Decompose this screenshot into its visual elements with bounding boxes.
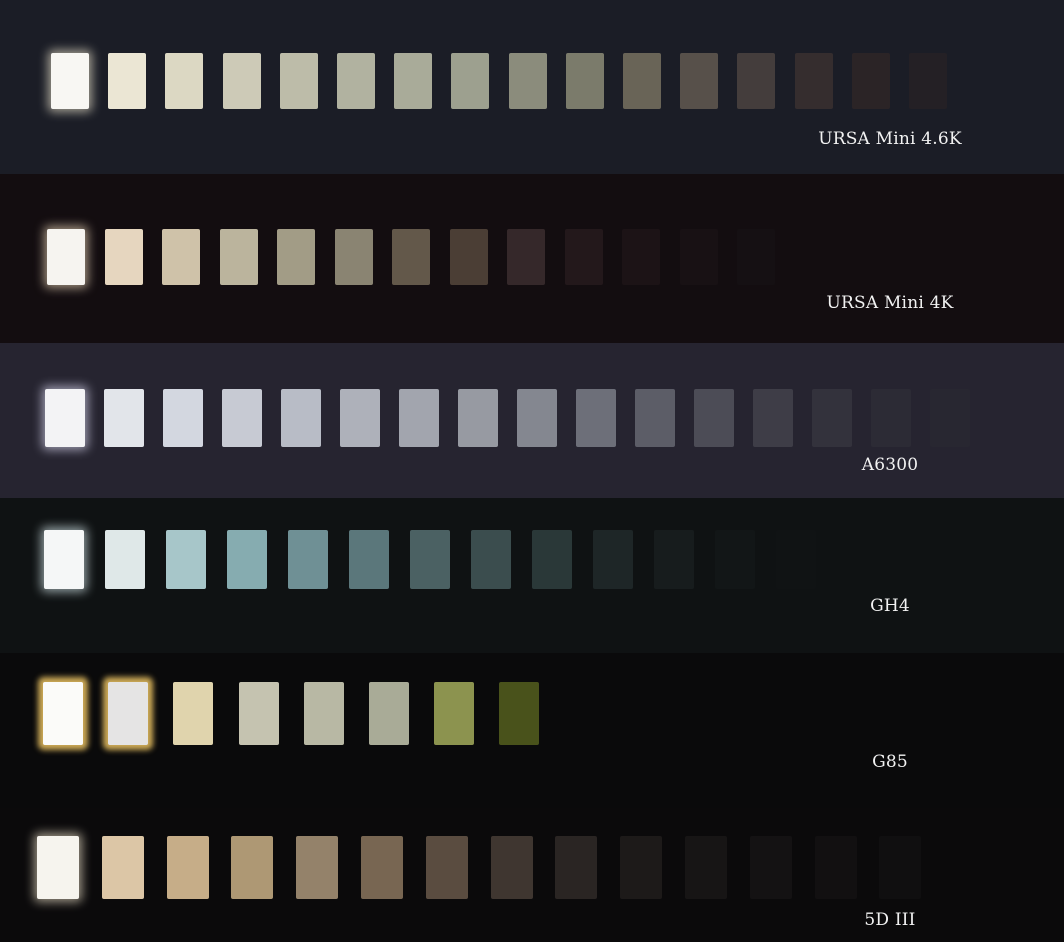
gray-patch <box>340 389 380 447</box>
gray-patch <box>654 530 694 589</box>
gray-patch <box>163 389 203 447</box>
camera-strip <box>0 653 1064 808</box>
gray-patch <box>220 229 258 285</box>
gray-patch <box>361 836 403 899</box>
gray-patch <box>680 53 718 109</box>
gray-patch <box>399 389 439 447</box>
gray-patch <box>108 53 146 109</box>
label-a6300: A6300 <box>861 455 919 475</box>
gray-patch <box>222 389 262 447</box>
gray-patch <box>296 836 338 899</box>
gray-patch <box>532 530 572 589</box>
gray-patch <box>277 229 315 285</box>
label-ursa-mini-4-6k: URSA Mini 4.6K <box>818 129 962 149</box>
gray-patch <box>410 530 450 589</box>
gray-patch <box>694 389 734 447</box>
gray-patch <box>815 836 857 899</box>
gray-patch <box>304 682 344 745</box>
gray-patch <box>622 229 660 285</box>
gray-patch <box>909 53 947 109</box>
gray-patch <box>394 53 432 109</box>
gray-patch <box>47 229 85 285</box>
gray-patch <box>281 389 321 447</box>
label-ursa-mini-4k: URSA Mini 4K <box>826 293 954 313</box>
gray-patch <box>623 53 661 109</box>
gray-patch <box>471 530 511 589</box>
gray-patch <box>223 53 261 109</box>
gray-patch <box>566 53 604 109</box>
gray-patch <box>165 53 203 109</box>
gray-patch <box>507 229 545 285</box>
gray-patch <box>565 229 603 285</box>
gray-patch <box>737 53 775 109</box>
gray-patch <box>37 836 79 899</box>
gray-patch <box>635 389 675 447</box>
gray-patch <box>51 53 89 109</box>
gray-patch <box>45 389 85 447</box>
gray-patch <box>173 682 213 745</box>
gray-patch <box>451 53 489 109</box>
gray-patch <box>43 682 83 745</box>
gray-patch <box>227 530 267 589</box>
gray-patch <box>288 530 328 589</box>
gray-patch <box>680 229 718 285</box>
gray-patch <box>930 389 970 447</box>
gray-patch <box>369 682 409 745</box>
gray-patch <box>776 530 816 589</box>
label-5d-iii: 5D III <box>864 910 916 930</box>
gray-patch <box>166 530 206 589</box>
gray-patch <box>105 229 143 285</box>
gray-patch <box>555 836 597 899</box>
gray-patch <box>499 682 539 745</box>
gray-patch <box>102 836 144 899</box>
label-g85: G85 <box>872 752 908 772</box>
gray-patch <box>162 229 200 285</box>
gray-patch <box>753 389 793 447</box>
gray-patch <box>231 836 273 899</box>
gray-patch <box>104 389 144 447</box>
gray-patch <box>517 389 557 447</box>
gray-patch <box>392 229 430 285</box>
gray-patch <box>491 836 533 899</box>
camera-strip <box>0 498 1064 653</box>
gray-patch <box>737 229 775 285</box>
gray-patch <box>871 389 911 447</box>
gray-patch <box>509 53 547 109</box>
gray-patch <box>852 53 890 109</box>
gray-patch <box>795 53 833 109</box>
gray-patch <box>108 682 148 745</box>
gray-patch <box>715 530 755 589</box>
gray-patch <box>812 389 852 447</box>
gray-patch <box>280 53 318 109</box>
gray-patch <box>167 836 209 899</box>
gray-patch <box>239 682 279 745</box>
camera-strip <box>0 174 1064 343</box>
gray-patch <box>349 530 389 589</box>
gray-patch <box>458 389 498 447</box>
gray-patch <box>593 530 633 589</box>
gray-patch <box>576 389 616 447</box>
gray-patch <box>685 836 727 899</box>
gray-patch <box>44 530 84 589</box>
gray-patch <box>105 530 145 589</box>
gray-patch <box>450 229 488 285</box>
gray-patch <box>335 229 373 285</box>
gray-patch <box>434 682 474 745</box>
label-gh4: GH4 <box>870 596 910 616</box>
gray-patch <box>750 836 792 899</box>
gray-patch <box>337 53 375 109</box>
gray-patch <box>879 836 921 899</box>
gray-patch <box>426 836 468 899</box>
gray-patch <box>620 836 662 899</box>
